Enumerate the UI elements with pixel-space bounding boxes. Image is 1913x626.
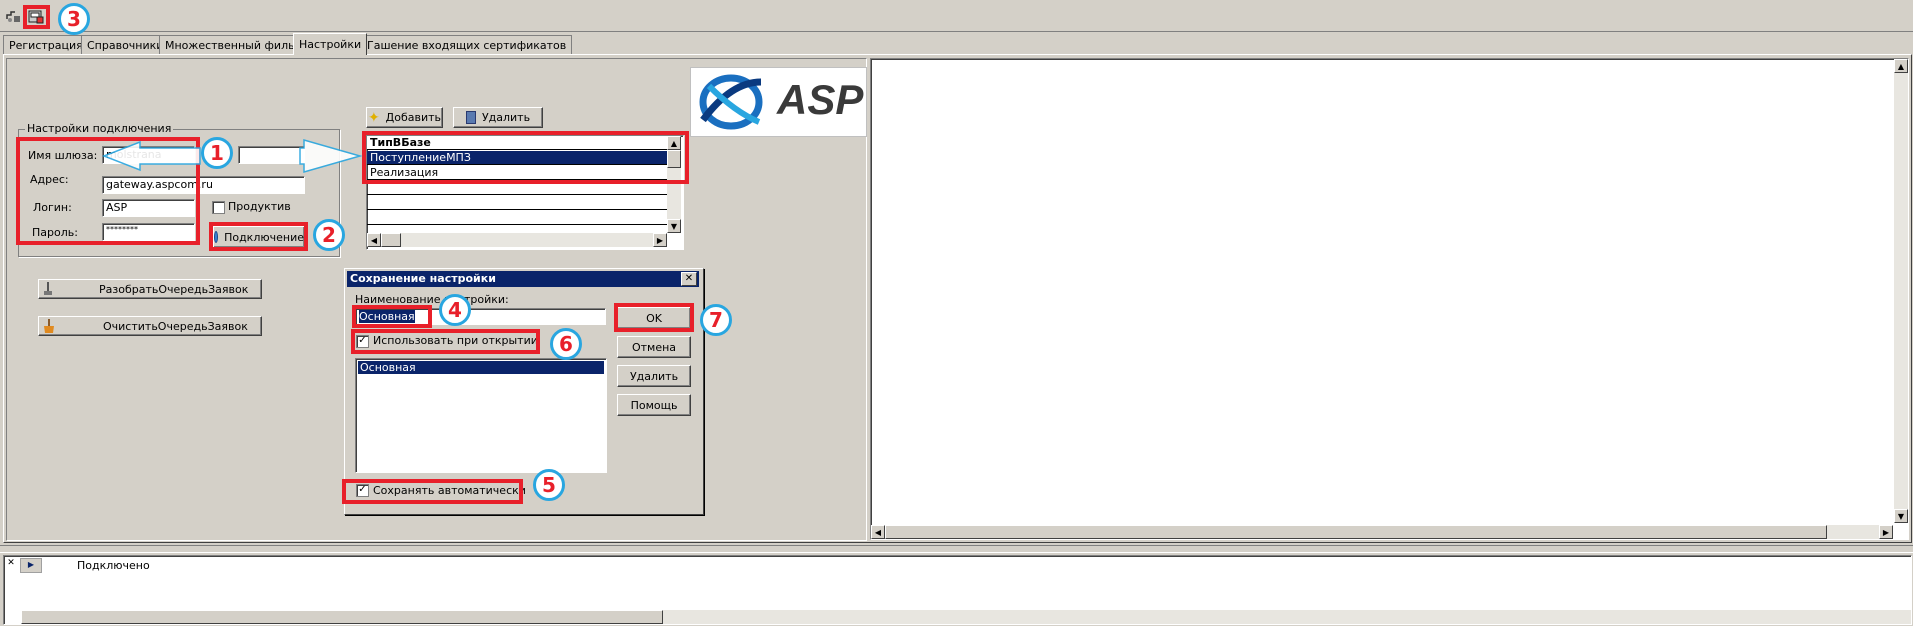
arrow-right xyxy=(299,139,363,173)
badge-3: 3 xyxy=(58,3,90,35)
arrow-left xyxy=(101,140,201,172)
callout-arrows xyxy=(101,139,363,173)
badge-6: 6 xyxy=(550,328,582,360)
badge-7: 7 xyxy=(700,304,732,336)
badge-2: 2 xyxy=(313,219,345,251)
tab-settings[interactable]: Настройки xyxy=(293,33,368,55)
badge-5: 5 xyxy=(533,469,565,501)
badge-1: 1 xyxy=(201,137,233,169)
badge-4: 4 xyxy=(439,294,471,326)
